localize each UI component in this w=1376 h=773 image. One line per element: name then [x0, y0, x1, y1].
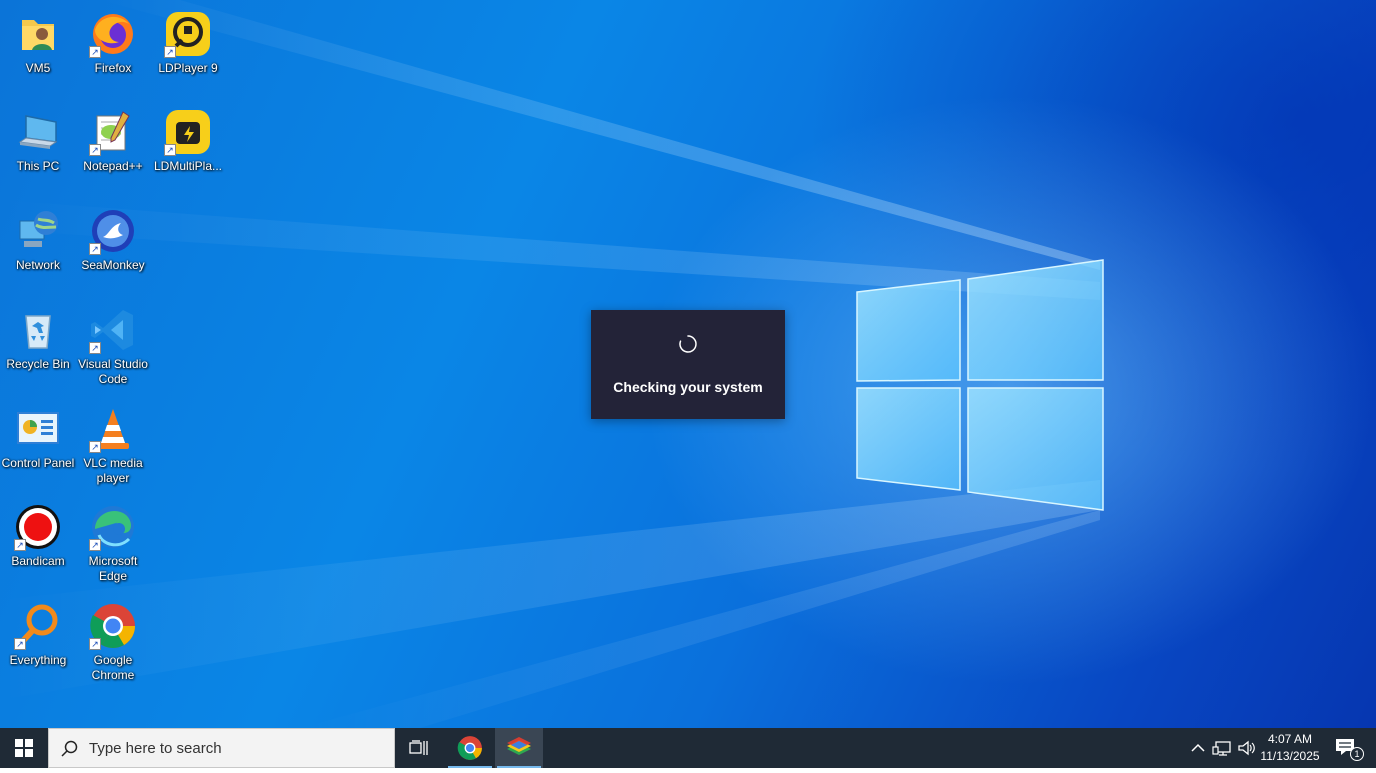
- desktop-icon-label: Bandicam: [11, 554, 65, 568]
- desktop[interactable]: VM5 This PC Network Recycle Bin Control …: [0, 0, 1376, 728]
- loading-spinner-icon: [679, 335, 697, 353]
- desktop-icon-bandicam[interactable]: ↗ Bandicam: [0, 503, 76, 569]
- shortcut-arrow-icon: ↗: [89, 342, 101, 354]
- desktop-icon-seamonkey[interactable]: ↗ SeaMonkey: [75, 207, 151, 273]
- bandicam-record-icon: ↗: [14, 503, 62, 551]
- desktop-icon-label: LDMultiPla...: [153, 159, 223, 173]
- shortcut-arrow-icon: ↗: [164, 144, 176, 156]
- taskbar-task-view[interactable]: [395, 728, 443, 768]
- desktop-icon-label: Firefox: [94, 61, 132, 75]
- task-view-icon: [409, 740, 428, 755]
- shortcut-arrow-icon: ↗: [89, 539, 101, 551]
- ldplayer-icon: ↗: [164, 10, 212, 58]
- magnifier-icon: ↗: [14, 602, 62, 650]
- vscode-icon: ↗: [89, 306, 137, 354]
- desktop-icon-label: Google Chrome: [91, 653, 135, 682]
- computer-icon: [14, 108, 62, 156]
- desktop-icon-label: VM5: [25, 61, 51, 75]
- desktop-icon-notepadpp[interactable]: ↗ Notepad++: [75, 108, 151, 174]
- show-hidden-icons-chevron-icon[interactable]: [1188, 738, 1208, 758]
- notification-icon: [1336, 739, 1354, 755]
- desktop-icon-label: Visual Studio Code: [78, 357, 148, 386]
- desktop-icon-vlc[interactable]: ↗ VLC media player: [75, 405, 151, 486]
- taskbar-bluestacks[interactable]: [495, 728, 543, 768]
- desktop-icon-recycle-bin[interactable]: Recycle Bin: [0, 306, 76, 372]
- desktop-icon-label: Recycle Bin: [6, 357, 70, 371]
- desktop-icon-this-pc[interactable]: This PC: [0, 108, 76, 174]
- shortcut-arrow-icon: ↗: [164, 46, 176, 58]
- taskbar-clock[interactable]: 4:07 AM 11/13/2025: [1252, 731, 1328, 765]
- desktop-icon-label: SeaMonkey: [81, 258, 145, 272]
- network-icon[interactable]: [1212, 738, 1232, 758]
- desktop-icon-vm5[interactable]: VM5: [0, 10, 76, 76]
- bluestacks-icon: [507, 737, 531, 755]
- search-placeholder: Type here to search: [89, 740, 222, 757]
- notification-count-badge: 1: [1350, 747, 1364, 761]
- desktop-icon-label: Microsoft Edge: [88, 554, 138, 583]
- checking-system-dialog: Checking your system: [591, 310, 785, 419]
- user-folder-icon: [14, 10, 62, 58]
- desktop-icon-label: LDPlayer 9: [158, 61, 218, 75]
- shortcut-arrow-icon: ↗: [89, 243, 101, 255]
- taskbar-search-box[interactable]: Type here to search: [48, 728, 395, 768]
- desktop-icon-vscode[interactable]: ↗ Visual Studio Code: [75, 306, 151, 387]
- desktop-icon-label: This PC: [16, 159, 60, 173]
- desktop-icon-everything[interactable]: ↗ Everything: [0, 602, 76, 668]
- seamonkey-icon: ↗: [89, 207, 137, 255]
- taskbar: Type here to search 4:07 AM 11/13/2025 1: [0, 728, 1376, 768]
- desktop-icon-label: Everything: [9, 653, 67, 667]
- taskbar-chrome[interactable]: [446, 728, 494, 768]
- desktop-icon-edge[interactable]: ↗ Microsoft Edge: [75, 503, 151, 584]
- start-button[interactable]: [0, 728, 48, 768]
- chrome-icon: [457, 736, 482, 760]
- shortcut-arrow-icon: ↗: [14, 638, 26, 650]
- desktop-icon-label: Network: [15, 258, 60, 272]
- shortcut-arrow-icon: ↗: [89, 441, 101, 453]
- search-icon: [61, 740, 78, 757]
- shortcut-arrow-icon: ↗: [89, 638, 101, 650]
- desktop-icon-firefox[interactable]: ↗ Firefox: [75, 10, 151, 76]
- vlc-cone-icon: ↗: [89, 405, 137, 453]
- dialog-message: Checking your system: [613, 379, 763, 395]
- ldmultiplayer-icon: ↗: [164, 108, 212, 156]
- windows-logo-icon: [15, 739, 33, 757]
- desktop-icon-label: VLC media player: [83, 456, 143, 485]
- chrome-icon: ↗: [89, 602, 137, 650]
- notepadpp-icon: ↗: [89, 108, 137, 156]
- action-center-button[interactable]: 1: [1330, 728, 1370, 768]
- firefox-icon: ↗: [89, 10, 137, 58]
- clock-time: 4:07 AM: [1267, 732, 1313, 746]
- desktop-icon-network[interactable]: Network: [0, 207, 76, 273]
- shortcut-arrow-icon: ↗: [89, 144, 101, 156]
- clock-date: 11/13/2025: [1260, 749, 1320, 763]
- shortcut-arrow-icon: ↗: [89, 46, 101, 58]
- desktop-icon-ldplayer9[interactable]: ↗ LDPlayer 9: [150, 10, 226, 76]
- desktop-icon-control-panel[interactable]: Control Panel: [0, 405, 76, 471]
- desktop-icon-chrome[interactable]: ↗ Google Chrome: [75, 602, 151, 683]
- edge-icon: ↗: [89, 503, 137, 551]
- desktop-icon-label: Notepad++: [83, 159, 143, 173]
- desktop-icon-label: Control Panel: [1, 456, 75, 470]
- control-panel-icon: [14, 405, 62, 453]
- shortcut-arrow-icon: ↗: [14, 539, 26, 551]
- recycle-bin-icon: [14, 306, 62, 354]
- desktop-icon-ldmultiplayer[interactable]: ↗ LDMultiPla...: [150, 108, 226, 174]
- network-globe-icon: [14, 207, 62, 255]
